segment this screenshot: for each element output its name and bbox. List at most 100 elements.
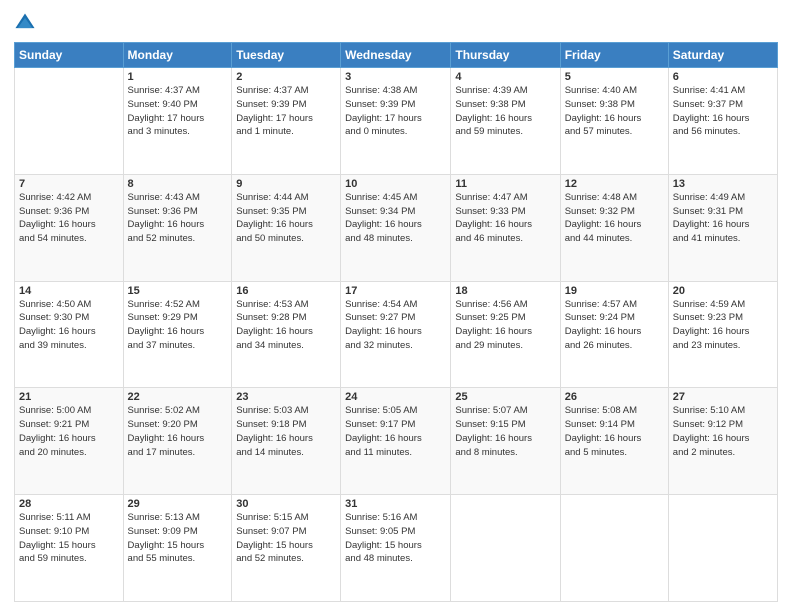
day-number: 16 <box>236 285 336 297</box>
cell-content: Sunrise: 5:15 AMSunset: 9:07 PMDaylight:… <box>236 511 336 566</box>
calendar-cell: 13Sunrise: 4:49 AMSunset: 9:31 PMDayligh… <box>668 174 777 281</box>
calendar-cell: 10Sunrise: 4:45 AMSunset: 9:34 PMDayligh… <box>341 174 451 281</box>
calendar-cell: 14Sunrise: 4:50 AMSunset: 9:30 PMDayligh… <box>15 281 124 388</box>
day-number: 7 <box>19 178 119 190</box>
cell-content: Sunrise: 5:10 AMSunset: 9:12 PMDaylight:… <box>673 404 773 459</box>
week-row-2: 7Sunrise: 4:42 AMSunset: 9:36 PMDaylight… <box>15 174 778 281</box>
calendar-cell <box>668 495 777 602</box>
day-number: 1 <box>128 71 228 83</box>
cell-content: Sunrise: 4:57 AMSunset: 9:24 PMDaylight:… <box>565 298 664 353</box>
cell-content: Sunrise: 5:00 AMSunset: 9:21 PMDaylight:… <box>19 404 119 459</box>
day-header-thursday: Thursday <box>451 43 560 68</box>
day-number: 18 <box>455 285 555 297</box>
day-number: 30 <box>236 498 336 510</box>
calendar-cell <box>560 495 668 602</box>
week-row-1: 1Sunrise: 4:37 AMSunset: 9:40 PMDaylight… <box>15 68 778 175</box>
cell-content: Sunrise: 5:03 AMSunset: 9:18 PMDaylight:… <box>236 404 336 459</box>
logo <box>14 10 38 34</box>
day-number: 14 <box>19 285 119 297</box>
calendar-cell: 16Sunrise: 4:53 AMSunset: 9:28 PMDayligh… <box>232 281 341 388</box>
day-number: 15 <box>128 285 228 297</box>
day-number: 11 <box>455 178 555 190</box>
calendar-cell: 11Sunrise: 4:47 AMSunset: 9:33 PMDayligh… <box>451 174 560 281</box>
cell-content: Sunrise: 5:11 AMSunset: 9:10 PMDaylight:… <box>19 511 119 566</box>
day-number: 29 <box>128 498 228 510</box>
days-of-week-row: SundayMondayTuesdayWednesdayThursdayFrid… <box>15 43 778 68</box>
day-number: 9 <box>236 178 336 190</box>
cell-content: Sunrise: 4:42 AMSunset: 9:36 PMDaylight:… <box>19 191 119 246</box>
cell-content: Sunrise: 4:40 AMSunset: 9:38 PMDaylight:… <box>565 84 664 139</box>
calendar-cell: 27Sunrise: 5:10 AMSunset: 9:12 PMDayligh… <box>668 388 777 495</box>
cell-content: Sunrise: 4:44 AMSunset: 9:35 PMDaylight:… <box>236 191 336 246</box>
day-number: 3 <box>345 71 446 83</box>
day-number: 6 <box>673 71 773 83</box>
cell-content: Sunrise: 4:41 AMSunset: 9:37 PMDaylight:… <box>673 84 773 139</box>
calendar-cell: 17Sunrise: 4:54 AMSunset: 9:27 PMDayligh… <box>341 281 451 388</box>
day-header-monday: Monday <box>123 43 232 68</box>
day-number: 19 <box>565 285 664 297</box>
cell-content: Sunrise: 5:13 AMSunset: 9:09 PMDaylight:… <box>128 511 228 566</box>
cell-content: Sunrise: 5:05 AMSunset: 9:17 PMDaylight:… <box>345 404 446 459</box>
week-row-3: 14Sunrise: 4:50 AMSunset: 9:30 PMDayligh… <box>15 281 778 388</box>
calendar-cell: 25Sunrise: 5:07 AMSunset: 9:15 PMDayligh… <box>451 388 560 495</box>
day-number: 25 <box>455 391 555 403</box>
cell-content: Sunrise: 5:08 AMSunset: 9:14 PMDaylight:… <box>565 404 664 459</box>
day-number: 22 <box>128 391 228 403</box>
day-header-tuesday: Tuesday <box>232 43 341 68</box>
calendar-cell: 31Sunrise: 5:16 AMSunset: 9:05 PMDayligh… <box>341 495 451 602</box>
day-header-wednesday: Wednesday <box>341 43 451 68</box>
calendar-cell: 19Sunrise: 4:57 AMSunset: 9:24 PMDayligh… <box>560 281 668 388</box>
page-header <box>14 10 778 34</box>
cell-content: Sunrise: 5:07 AMSunset: 9:15 PMDaylight:… <box>455 404 555 459</box>
cell-content: Sunrise: 4:59 AMSunset: 9:23 PMDaylight:… <box>673 298 773 353</box>
calendar-cell: 20Sunrise: 4:59 AMSunset: 9:23 PMDayligh… <box>668 281 777 388</box>
calendar-cell: 23Sunrise: 5:03 AMSunset: 9:18 PMDayligh… <box>232 388 341 495</box>
day-number: 17 <box>345 285 446 297</box>
logo-icon <box>14 12 36 34</box>
cell-content: Sunrise: 4:49 AMSunset: 9:31 PMDaylight:… <box>673 191 773 246</box>
calendar-body: 1Sunrise: 4:37 AMSunset: 9:40 PMDaylight… <box>15 68 778 602</box>
calendar-table: SundayMondayTuesdayWednesdayThursdayFrid… <box>14 42 778 602</box>
calendar-cell: 28Sunrise: 5:11 AMSunset: 9:10 PMDayligh… <box>15 495 124 602</box>
day-number: 2 <box>236 71 336 83</box>
calendar-cell: 8Sunrise: 4:43 AMSunset: 9:36 PMDaylight… <box>123 174 232 281</box>
day-number: 20 <box>673 285 773 297</box>
cell-content: Sunrise: 4:39 AMSunset: 9:38 PMDaylight:… <box>455 84 555 139</box>
calendar-cell: 5Sunrise: 4:40 AMSunset: 9:38 PMDaylight… <box>560 68 668 175</box>
cell-content: Sunrise: 4:47 AMSunset: 9:33 PMDaylight:… <box>455 191 555 246</box>
day-number: 4 <box>455 71 555 83</box>
day-number: 23 <box>236 391 336 403</box>
calendar-cell: 30Sunrise: 5:15 AMSunset: 9:07 PMDayligh… <box>232 495 341 602</box>
week-row-4: 21Sunrise: 5:00 AMSunset: 9:21 PMDayligh… <box>15 388 778 495</box>
calendar-cell: 15Sunrise: 4:52 AMSunset: 9:29 PMDayligh… <box>123 281 232 388</box>
calendar-cell: 4Sunrise: 4:39 AMSunset: 9:38 PMDaylight… <box>451 68 560 175</box>
calendar-cell: 2Sunrise: 4:37 AMSunset: 9:39 PMDaylight… <box>232 68 341 175</box>
calendar-cell: 7Sunrise: 4:42 AMSunset: 9:36 PMDaylight… <box>15 174 124 281</box>
calendar-cell: 26Sunrise: 5:08 AMSunset: 9:14 PMDayligh… <box>560 388 668 495</box>
calendar-cell: 1Sunrise: 4:37 AMSunset: 9:40 PMDaylight… <box>123 68 232 175</box>
cell-content: Sunrise: 4:50 AMSunset: 9:30 PMDaylight:… <box>19 298 119 353</box>
calendar-cell: 24Sunrise: 5:05 AMSunset: 9:17 PMDayligh… <box>341 388 451 495</box>
day-number: 10 <box>345 178 446 190</box>
calendar-cell: 21Sunrise: 5:00 AMSunset: 9:21 PMDayligh… <box>15 388 124 495</box>
calendar-cell <box>451 495 560 602</box>
cell-content: Sunrise: 4:43 AMSunset: 9:36 PMDaylight:… <box>128 191 228 246</box>
day-number: 26 <box>565 391 664 403</box>
cell-content: Sunrise: 4:38 AMSunset: 9:39 PMDaylight:… <box>345 84 446 139</box>
cell-content: Sunrise: 4:45 AMSunset: 9:34 PMDaylight:… <box>345 191 446 246</box>
calendar-header: SundayMondayTuesdayWednesdayThursdayFrid… <box>15 43 778 68</box>
calendar-cell: 18Sunrise: 4:56 AMSunset: 9:25 PMDayligh… <box>451 281 560 388</box>
calendar-cell: 29Sunrise: 5:13 AMSunset: 9:09 PMDayligh… <box>123 495 232 602</box>
day-number: 24 <box>345 391 446 403</box>
cell-content: Sunrise: 4:56 AMSunset: 9:25 PMDaylight:… <box>455 298 555 353</box>
day-header-sunday: Sunday <box>15 43 124 68</box>
day-number: 27 <box>673 391 773 403</box>
calendar-cell: 12Sunrise: 4:48 AMSunset: 9:32 PMDayligh… <box>560 174 668 281</box>
day-header-saturday: Saturday <box>668 43 777 68</box>
calendar-cell <box>15 68 124 175</box>
day-number: 5 <box>565 71 664 83</box>
day-number: 8 <box>128 178 228 190</box>
calendar-cell: 6Sunrise: 4:41 AMSunset: 9:37 PMDaylight… <box>668 68 777 175</box>
page-container: SundayMondayTuesdayWednesdayThursdayFrid… <box>0 0 792 612</box>
cell-content: Sunrise: 4:53 AMSunset: 9:28 PMDaylight:… <box>236 298 336 353</box>
